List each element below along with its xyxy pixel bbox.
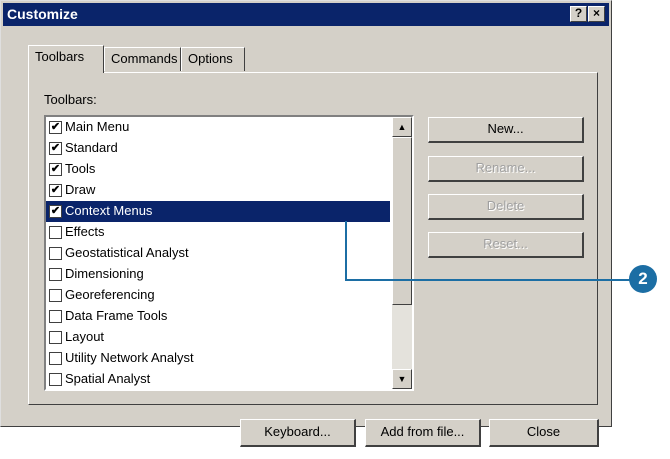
tab-toolbars[interactable]: Toolbars xyxy=(28,45,104,73)
callout-badge: 2 xyxy=(629,265,657,293)
